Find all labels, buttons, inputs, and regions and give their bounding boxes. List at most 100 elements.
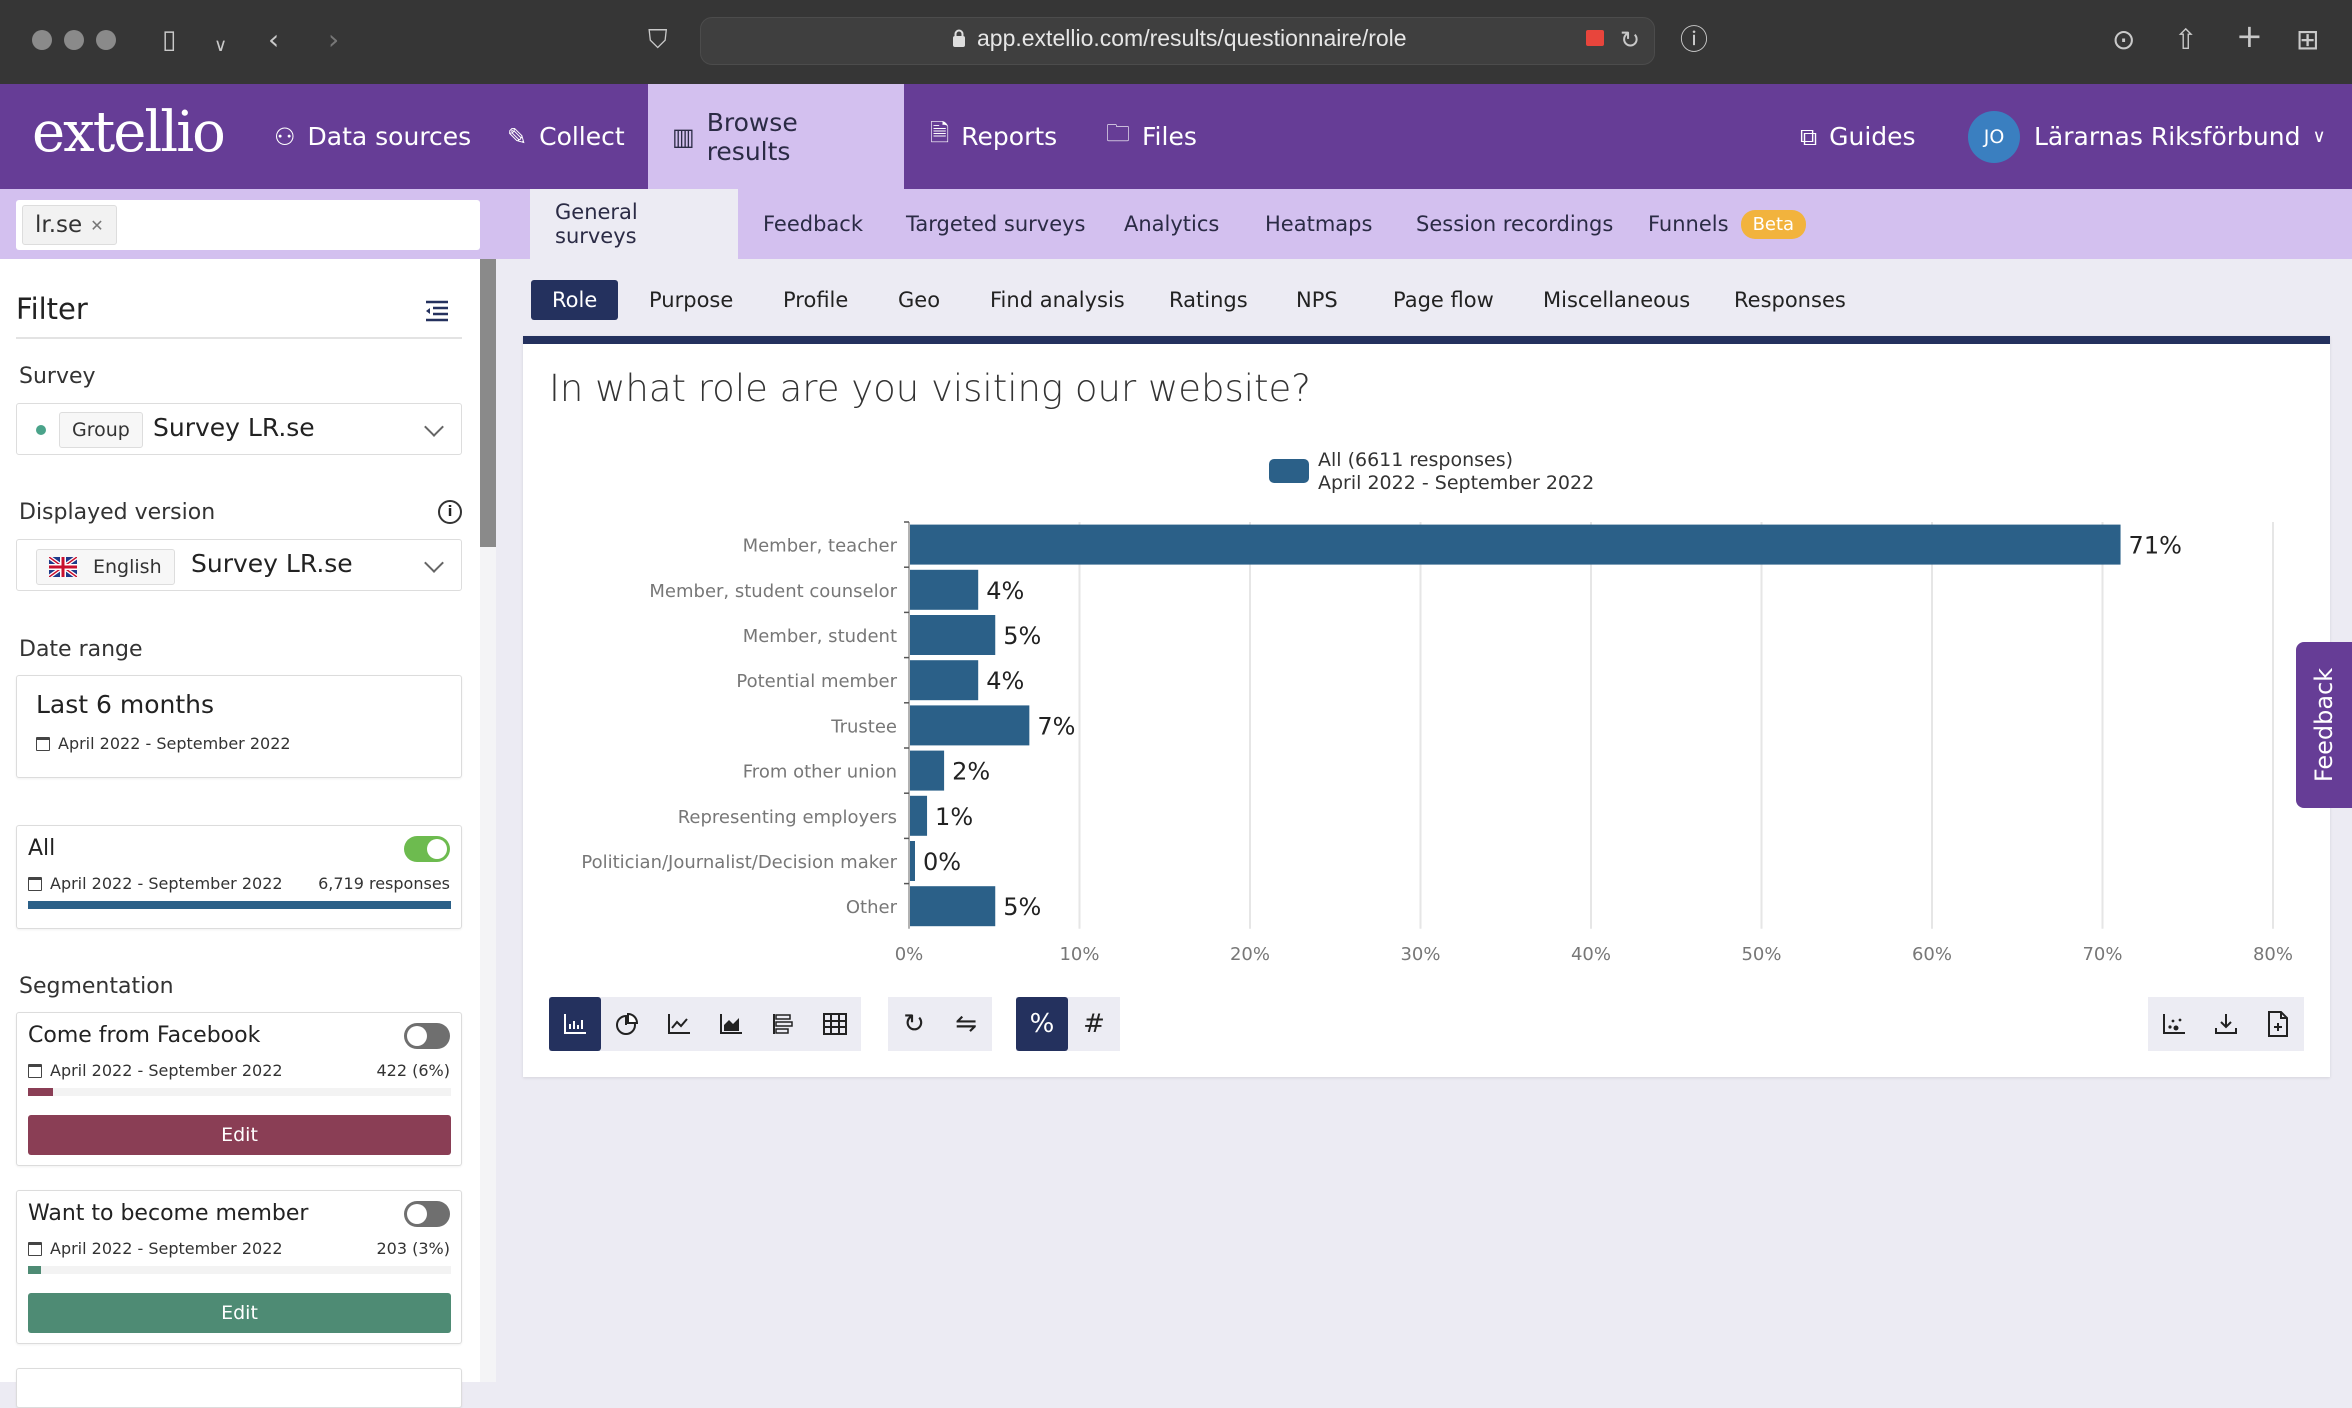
logo[interactable]: extellio bbox=[32, 100, 226, 165]
version-value: Survey LR.se bbox=[191, 549, 353, 578]
sidebar-toggle-icon[interactable]: ▯ bbox=[162, 26, 176, 54]
x-tick-label: 20% bbox=[1230, 944, 1270, 965]
chart-tab-ratings[interactable]: Ratings bbox=[1148, 280, 1269, 320]
share-icon[interactable]: ⇧ bbox=[2174, 26, 2197, 54]
camera-recording-icon[interactable] bbox=[1586, 30, 1604, 46]
url-text[interactable]: app.extellio.com/results/questionnaire/r… bbox=[977, 25, 1407, 52]
chart-tab-role[interactable]: Role bbox=[531, 280, 619, 320]
segment-toggle[interactable] bbox=[404, 1201, 450, 1227]
presentation-icon: ⧉ bbox=[1800, 122, 1818, 151]
segment-toggle[interactable] bbox=[404, 1023, 450, 1049]
displayed-version-label: Displayed version bbox=[19, 500, 216, 525]
tab-feedback[interactable]: Feedback bbox=[738, 189, 888, 259]
info-icon[interactable]: ⓘ bbox=[1680, 26, 1708, 54]
area-chart-button[interactable] bbox=[705, 997, 757, 1051]
chart-tab-nps[interactable]: NPS bbox=[1275, 280, 1359, 320]
bar-chart-button[interactable] bbox=[549, 997, 601, 1051]
reload-icon[interactable]: ↻ bbox=[1620, 26, 1640, 54]
nav-collect[interactable]: ✎ Collect bbox=[483, 84, 649, 189]
segment-card: Want to become member April 2022 - Septe… bbox=[16, 1190, 462, 1344]
nav-data-sources[interactable]: ⚇ Data sources bbox=[250, 84, 495, 189]
chart-tab-page-flow[interactable]: Page flow bbox=[1372, 280, 1515, 320]
count-mode-button[interactable]: # bbox=[1068, 997, 1120, 1051]
swap-axes-button[interactable]: ⇋ bbox=[940, 997, 992, 1051]
edit-segment-button[interactable]: Edit bbox=[28, 1293, 451, 1333]
chart-tab-profile[interactable]: Profile bbox=[762, 280, 869, 320]
bar[interactable] bbox=[910, 524, 2121, 565]
lock-icon bbox=[953, 29, 965, 47]
date-range-picker[interactable]: Last 6 months April 2022 - September 202… bbox=[16, 675, 462, 778]
forward-icon[interactable]: › bbox=[328, 26, 339, 54]
pie-chart-button[interactable] bbox=[601, 997, 653, 1051]
line-chart-button[interactable] bbox=[653, 997, 705, 1051]
tab-targeted-surveys[interactable]: Targeted surveys bbox=[881, 189, 1111, 259]
bar[interactable] bbox=[910, 750, 945, 791]
tab-general-surveys[interactable]: General surveys bbox=[530, 189, 738, 259]
shield-icon[interactable]: ⛉ bbox=[648, 26, 668, 54]
table-view-button[interactable] bbox=[809, 997, 861, 1051]
bar-value-label: 5% bbox=[1003, 622, 1041, 650]
tab-analytics[interactable]: Analytics bbox=[1099, 189, 1244, 259]
legend-swatch[interactable] bbox=[1269, 459, 1309, 483]
collapse-filter-icon[interactable] bbox=[424, 300, 450, 322]
sidebar-scrollbar-thumb[interactable] bbox=[480, 259, 496, 547]
chart-tab-purpose[interactable]: Purpose bbox=[628, 280, 754, 320]
nav-files[interactable]: 🗀 Files bbox=[1082, 84, 1221, 189]
bar[interactable] bbox=[910, 795, 928, 836]
x-tick-label: 80% bbox=[2253, 944, 2293, 965]
divider bbox=[16, 337, 462, 339]
close-icon[interactable]: ✕ bbox=[90, 216, 103, 235]
window-close-button[interactable] bbox=[32, 30, 52, 50]
org-switcher[interactable]: Lärarnas Riksförbund ∨ bbox=[2010, 84, 2350, 189]
category-label: Representing employers bbox=[678, 807, 897, 828]
bar-chart-icon bbox=[564, 1014, 586, 1034]
bar[interactable] bbox=[910, 886, 996, 927]
bar[interactable] bbox=[910, 705, 1030, 746]
tab-funnels[interactable]: Funnels Beta bbox=[1623, 189, 1831, 259]
calendar-icon bbox=[28, 1241, 42, 1256]
chevron-down-icon[interactable]: ∨ bbox=[214, 32, 227, 60]
all-toggle[interactable] bbox=[404, 836, 450, 862]
browser-chrome: ▯ ∨ ‹ › ⛉ app.extellio.com/results/quest… bbox=[0, 0, 2352, 84]
nav-reports[interactable]: 🗎 Reports bbox=[906, 84, 1081, 189]
new-tab-icon[interactable]: + bbox=[2236, 20, 2263, 52]
guides-button[interactable]: ⧉ Guides bbox=[1776, 84, 1940, 189]
x-tick-label: 70% bbox=[2082, 944, 2122, 965]
tab-label: Ratings bbox=[1169, 288, 1248, 312]
date-range-value: Last 6 months bbox=[36, 690, 215, 719]
progress-track bbox=[28, 1088, 451, 1096]
chart-tab-geo[interactable]: Geo bbox=[877, 280, 961, 320]
legend-label[interactable]: All (6611 responses) April 2022 - Septem… bbox=[1318, 449, 1594, 495]
bar-value-label: 1% bbox=[935, 803, 973, 831]
scatter-button[interactable] bbox=[2148, 997, 2200, 1051]
downloads-icon[interactable]: ⊙ bbox=[2112, 26, 2135, 54]
edit-segment-button[interactable]: Edit bbox=[28, 1115, 451, 1155]
add-to-report-button[interactable] bbox=[2252, 997, 2304, 1051]
tab-overview-icon[interactable]: ⊞ bbox=[2296, 26, 2319, 54]
nav-label: Data sources bbox=[307, 122, 472, 151]
window-maximize-button[interactable] bbox=[96, 30, 116, 50]
bar-value-label: 4% bbox=[986, 577, 1024, 605]
tab-heatmaps[interactable]: Heatmaps bbox=[1240, 189, 1397, 259]
info-icon[interactable]: i bbox=[438, 500, 462, 524]
stacked-bar-button[interactable] bbox=[757, 997, 809, 1051]
percent-mode-button[interactable]: % bbox=[1016, 997, 1068, 1051]
download-button[interactable] bbox=[2200, 997, 2252, 1051]
value-mode-toolbar: % # bbox=[1016, 997, 1120, 1051]
bar[interactable] bbox=[910, 615, 996, 655]
chart-tab-find-analysis[interactable]: Find analysis bbox=[969, 280, 1146, 320]
bar[interactable] bbox=[910, 569, 979, 610]
rotate-button[interactable]: ↻ bbox=[888, 997, 940, 1051]
bar-value-label: 0% bbox=[923, 848, 961, 876]
chart-tab-responses[interactable]: Responses bbox=[1713, 280, 1867, 320]
window-minimize-button[interactable] bbox=[64, 30, 84, 50]
bar[interactable] bbox=[910, 841, 915, 881]
back-icon[interactable]: ‹ bbox=[268, 26, 279, 54]
tab-label: Purpose bbox=[649, 288, 734, 312]
feedback-tab[interactable]: Feedback bbox=[2296, 642, 2352, 808]
chart-tab-miscellaneous[interactable]: Miscellaneous bbox=[1522, 280, 1711, 320]
bar[interactable] bbox=[910, 660, 979, 701]
tab-session-recordings[interactable]: Session recordings bbox=[1391, 189, 1638, 259]
nav-browse-results[interactable]: ▥ Browse results bbox=[648, 84, 904, 189]
response-count: 6,719 responses bbox=[318, 874, 450, 893]
